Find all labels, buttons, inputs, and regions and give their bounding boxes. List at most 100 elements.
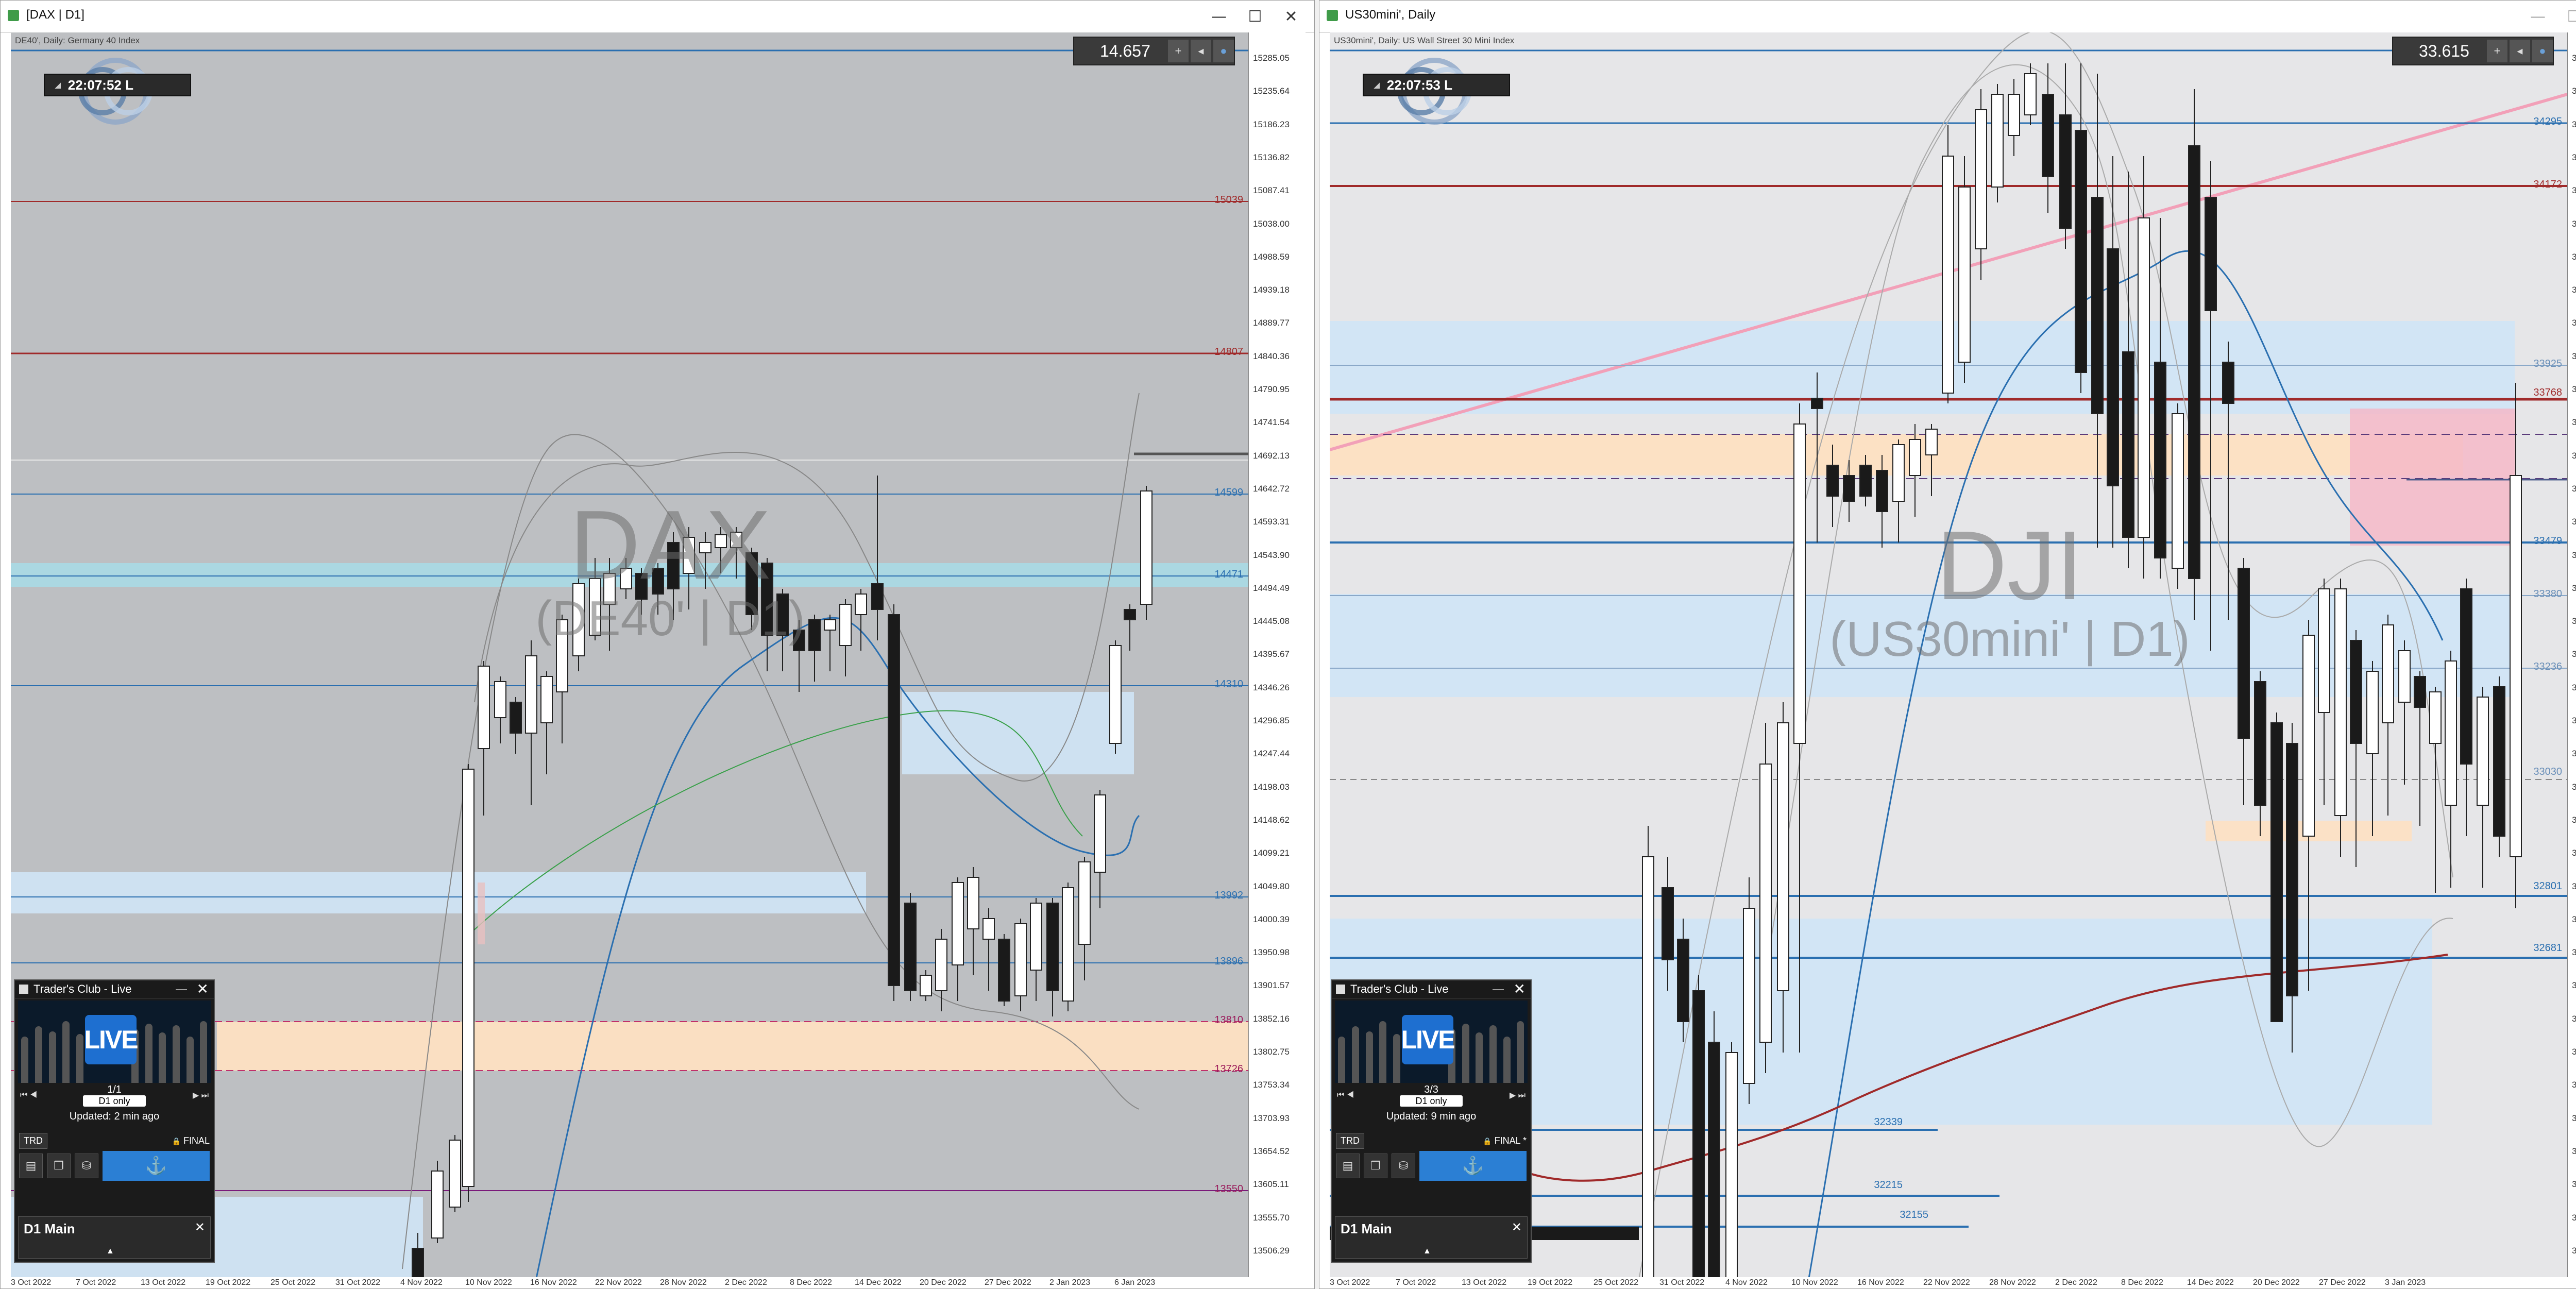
maximize-button[interactable]: ☐ — [1237, 5, 1273, 28]
filter-pill[interactable]: D1 only — [1400, 1095, 1463, 1107]
candle-body — [2270, 722, 2283, 1022]
panel-minimize-button[interactable]: — — [1493, 982, 1504, 996]
candle-body — [2414, 676, 2426, 708]
dax-chart-window[interactable]: [DAX | D1] — ☐ ✕ DE40', Daily: Germany 4… — [0, 0, 1315, 1289]
panel-close-button[interactable]: ✕ — [197, 980, 209, 997]
final-label: FINAL * — [1494, 1135, 1527, 1146]
panel-header: Trader's Club - Live — ✕ — [1332, 980, 1531, 998]
plus-icon[interactable]: + — [1167, 40, 1189, 62]
prev-icon[interactable]: ◀ — [30, 1091, 37, 1099]
chevron-left-icon[interactable]: ◂ — [2509, 40, 2530, 62]
price-tick-label: 32924.58 — [2572, 848, 2576, 858]
chevron-up-icon[interactable]: ▲ — [1423, 1247, 1431, 1256]
candle-body — [1811, 398, 1823, 409]
candle-body — [2254, 681, 2266, 806]
prev-icon[interactable]: ◀ — [1347, 1091, 1354, 1099]
traders-club-panel[interactable]: Trader's Club - Live — ✕ LIVE ⏮ ◀ 1/1 D1… — [14, 979, 215, 1263]
chart-window-icon — [8, 10, 19, 21]
last-icon[interactable]: ⏭ — [201, 1091, 209, 1100]
candle-body — [412, 1248, 424, 1277]
time-tick-label: 20 Dec 2022 — [2253, 1278, 2300, 1287]
close-icon[interactable]: ✕ — [195, 1220, 205, 1235]
price-tick-label: 13950.98 — [1253, 947, 1290, 958]
panel-minimize-button[interactable]: — — [176, 982, 187, 996]
price-tick-label: 33632.45 — [2572, 484, 2576, 494]
anchor-icon[interactable]: ⚓ — [103, 1151, 210, 1181]
spread-value: 14.657 — [1100, 41, 1150, 60]
globe-icon[interactable]: ● — [1213, 40, 1234, 62]
price-tick-label: 14000.39 — [1253, 914, 1290, 924]
traders-club-panel[interactable]: Trader's Club - Live — ✕ LIVE ⏮ ◀ 3/3 D1… — [1331, 979, 1532, 1263]
server-time: 22:07:53 L — [1386, 77, 1452, 93]
post-navigator[interactable]: ⏮ ◀ 1/1 D1 only ▶ ⏭ — [20, 1084, 209, 1107]
time-tick-label: 20 Dec 2022 — [920, 1278, 967, 1287]
lock-icon: 🔒 — [1483, 1137, 1492, 1145]
price-scale[interactable]: 15285.05 15235.64 15186.23 15136.82 15087.41… — [1248, 32, 1306, 1277]
price-tick-label: 32152.38 — [2572, 1246, 2576, 1256]
price-tick-label: 13703.93 — [1253, 1113, 1290, 1123]
candle-body — [2286, 743, 2298, 996]
level-label: 13992 — [1214, 890, 1243, 901]
time-tick-label: 6 Jan 2023 — [1114, 1278, 1156, 1287]
price-scale[interactable]: 34469.26 34404.63 34340.00 34275.37 34211.58… — [2567, 32, 2576, 1277]
plus-icon[interactable]: + — [2486, 40, 2507, 62]
database-icon[interactable]: ⛁ — [1392, 1154, 1415, 1178]
final-status: 🔒 FINAL — [172, 1135, 210, 1146]
trd-tab[interactable]: TRD — [1336, 1133, 1364, 1149]
minimize-button[interactable]: — — [1201, 5, 1237, 28]
windows-icon[interactable]: ❐ — [1364, 1154, 1387, 1178]
time-scale[interactable]: 3 Oct 2022 7 Oct 2022 13 Oct 2022 19 Oct 20… — [11, 1277, 1248, 1288]
spread-widget[interactable]: 14.657 + ◂ ● — [1073, 37, 1235, 65]
minimize-button[interactable]: — — [2520, 5, 2556, 28]
close-icon[interactable]: ✕ — [1512, 1220, 1522, 1235]
chevron-left-icon[interactable]: ◂ — [1190, 40, 1211, 62]
post-navigator[interactable]: ⏮ ◀ 3/3 D1 only ▶ ⏭ — [1337, 1084, 1526, 1107]
window-title: [DAX | D1] — [26, 8, 84, 22]
panel-close-button[interactable]: ✕ — [1514, 980, 1526, 997]
next-icon[interactable]: ▶ — [193, 1091, 199, 1100]
time-tick-label: 25 Oct 2022 — [270, 1278, 316, 1287]
candle-body — [982, 918, 995, 940]
level-label: 34172 — [2533, 179, 2562, 190]
d1-main-panel[interactable]: D1 Main ✕ ▲ — [18, 1216, 211, 1259]
price-tick-label: 33761.13 — [2572, 417, 2576, 428]
candle-body — [1859, 465, 1872, 497]
time-tick-label: 2 Dec 2022 — [725, 1278, 767, 1287]
anchor-icon[interactable]: ⚓ — [1419, 1151, 1527, 1181]
level-label: 32801 — [2533, 880, 2562, 892]
document-icon[interactable]: ▤ — [1336, 1154, 1360, 1178]
nav-next-controls[interactable]: ▶ ⏭ — [173, 1090, 209, 1100]
window-titlebar[interactable]: [DAX | D1] — ☐ ✕ — [1, 1, 1314, 33]
price-tick-label: 33439.36 — [2572, 583, 2576, 593]
windows-icon[interactable]: ❐ — [47, 1154, 71, 1178]
time-tick-label: 8 Dec 2022 — [2121, 1278, 2163, 1287]
time-tick-label: 27 Dec 2022 — [2319, 1278, 2366, 1287]
us30-chart-window[interactable]: US30mini', Daily — ☐ ✕ US30mini', Daily:… — [1319, 0, 2576, 1289]
globe-icon[interactable]: ● — [2532, 40, 2553, 62]
last-icon[interactable]: ⏭ — [1518, 1091, 1526, 1100]
candle-body — [2205, 197, 2217, 311]
price-tick-label: 14198.03 — [1253, 782, 1290, 792]
trd-tab[interactable]: TRD — [19, 1133, 47, 1149]
database-icon[interactable]: ⛁ — [75, 1154, 98, 1178]
nav-prev-controls[interactable]: ⏮ ◀ — [20, 1091, 56, 1100]
first-icon[interactable]: ⏮ — [1337, 1091, 1344, 1099]
d1-main-panel[interactable]: D1 Main ✕ ▲ — [1335, 1216, 1528, 1259]
maximize-button[interactable]: ☐ — [2556, 5, 2576, 28]
candle-body — [935, 939, 947, 991]
time-tick-label: 10 Nov 2022 — [1791, 1278, 1838, 1287]
window-titlebar[interactable]: US30mini', Daily — ☐ ✕ — [1319, 1, 2576, 33]
price-tick-label: 14494.49 — [1253, 583, 1290, 593]
nav-prev-controls[interactable]: ⏮ ◀ — [1337, 1091, 1373, 1100]
document-icon[interactable]: ▤ — [19, 1154, 43, 1178]
spread-widget[interactable]: 33.615 + ◂ ● — [2392, 37, 2554, 65]
close-button[interactable]: ✕ — [1273, 5, 1309, 28]
chevron-up-icon[interactable]: ▲ — [106, 1247, 114, 1256]
filter-pill[interactable]: D1 only — [83, 1095, 146, 1107]
next-icon[interactable]: ▶ — [1510, 1091, 1516, 1100]
nav-next-controls[interactable]: ▶ ⏭ — [1489, 1090, 1526, 1100]
candle-body — [1743, 908, 1755, 1084]
first-icon[interactable]: ⏮ — [20, 1091, 27, 1099]
time-scale[interactable]: 3 Oct 2022 7 Oct 2022 13 Oct 2022 19 Oct 20… — [1330, 1277, 2567, 1288]
candle-body — [1892, 444, 1905, 502]
